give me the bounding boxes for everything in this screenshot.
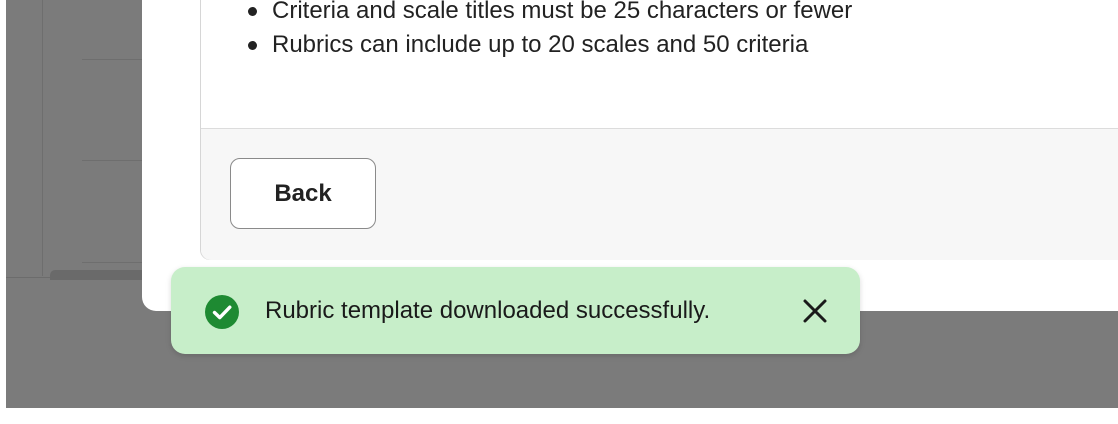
background-row-divider (82, 160, 146, 161)
import-rubric-dialog: Criteria and scale titles must be 25 cha… (142, 0, 1118, 311)
requirement-text: Rubrics can include up to 20 scales and … (272, 31, 809, 58)
requirement-item: Rubrics can include up to 20 scales and … (248, 28, 852, 62)
close-icon (797, 299, 833, 332)
background-panel (6, 0, 146, 278)
toast-message: Rubric template downloaded successfully. (265, 297, 711, 324)
check-circle-icon (204, 294, 240, 330)
requirement-text: Criteria and scale titles must be 25 cha… (272, 0, 853, 24)
rubric-requirements-list: Criteria and scale titles must be 25 cha… (248, 0, 852, 62)
bullet-icon (248, 41, 257, 50)
close-toast-button[interactable] (797, 293, 833, 329)
screen: Criteria and scale titles must be 25 cha… (0, 0, 1118, 424)
back-button[interactable]: Back (230, 158, 376, 229)
requirement-item: Criteria and scale titles must be 25 cha… (248, 0, 852, 28)
bullet-icon (248, 7, 257, 16)
background-row-divider (82, 59, 146, 60)
background-row-divider (82, 262, 146, 263)
background-tab (50, 270, 150, 280)
background-divider (42, 0, 43, 276)
success-toast: Rubric template downloaded successfully. (171, 267, 860, 354)
